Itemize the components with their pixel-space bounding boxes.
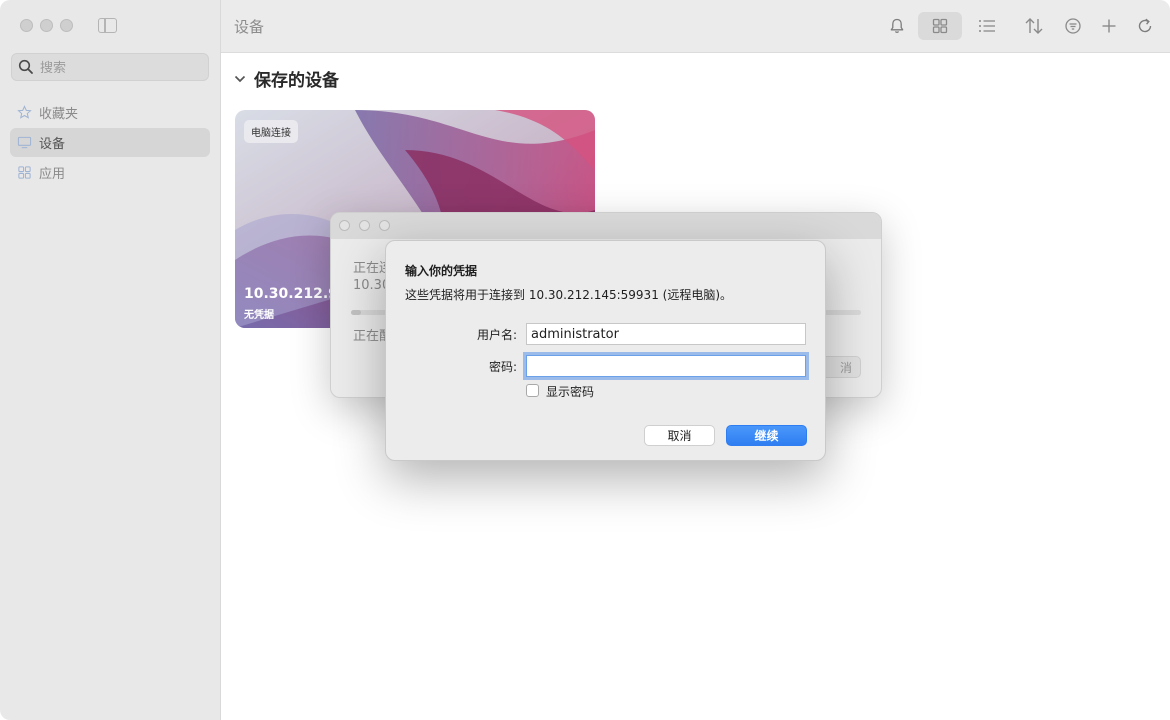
- show-password-checkbox[interactable]: [526, 384, 539, 397]
- progress-minimize-button[interactable]: [359, 220, 370, 231]
- connection-type-badge: 电脑连接: [244, 120, 298, 143]
- plus-icon: [1102, 19, 1116, 33]
- filter-icon: [1065, 18, 1081, 34]
- progress-titlebar: [331, 213, 881, 239]
- grid-view-button[interactable]: [918, 12, 962, 40]
- sidebar-item-label: 收藏夹: [39, 107, 79, 122]
- close-window-button[interactable]: [20, 19, 33, 32]
- notifications-button[interactable]: [882, 12, 912, 40]
- list-view-button[interactable]: [972, 12, 1002, 40]
- dialog-message: 这些凭据将用于连接到 10.30.212.145:59931 (远程电脑)。: [405, 288, 733, 302]
- password-field[interactable]: [526, 355, 806, 377]
- section-title: 保存的设备: [254, 71, 339, 91]
- filter-button[interactable]: [1058, 12, 1088, 40]
- password-label: 密码:: [488, 360, 517, 374]
- progress-bar-fill: [351, 310, 362, 315]
- chevron-down-icon: [234, 75, 246, 82]
- cancel-button[interactable]: 取消: [644, 425, 715, 446]
- list-view-icon: [979, 20, 995, 32]
- add-device-button[interactable]: [1094, 12, 1124, 40]
- progress-zoom-button[interactable]: [379, 220, 390, 231]
- sidebar: 收藏夹 设备 应用: [0, 0, 221, 720]
- page-title: 设备: [234, 18, 265, 36]
- sidebar-item-favorites[interactable]: 收藏夹: [10, 98, 210, 127]
- username-label: 用户名:: [476, 328, 517, 342]
- sidebar-item-label: 应用: [39, 167, 66, 182]
- refresh-icon: [1138, 18, 1152, 33]
- apps-grid-icon: [18, 166, 31, 179]
- sidebar-item-apps[interactable]: 应用: [10, 158, 210, 187]
- show-password-label[interactable]: 显示密码: [546, 383, 594, 400]
- toolbar: 设备: [221, 0, 1170, 53]
- saved-devices-header[interactable]: 保存的设备: [234, 66, 339, 91]
- bell-icon: [890, 18, 904, 33]
- sort-button[interactable]: [1019, 12, 1049, 40]
- credentials-dialog: 输入你的凭据 这些凭据将用于连接到 10.30.212.145:59931 (远…: [385, 240, 826, 461]
- refresh-button[interactable]: [1130, 12, 1160, 40]
- continue-button[interactable]: 继续: [726, 425, 807, 446]
- search-field[interactable]: [11, 53, 209, 82]
- sidebar-toggle-icon[interactable]: [98, 18, 117, 33]
- progress-close-button[interactable]: [339, 220, 350, 231]
- app-window: 收藏夹 设备 应用 设备: [0, 0, 1170, 720]
- star-icon: [17, 105, 32, 119]
- search-input[interactable]: [38, 54, 202, 82]
- sidebar-item-devices[interactable]: 设备: [10, 128, 210, 157]
- sort-icon: [1025, 18, 1043, 34]
- zoom-window-button[interactable]: [60, 19, 73, 32]
- minimize-window-button[interactable]: [40, 19, 53, 32]
- sidebar-item-label: 设备: [39, 137, 66, 152]
- dialog-title: 输入你的凭据: [405, 264, 478, 278]
- device-credentials-status: 无凭据: [244, 310, 274, 321]
- search-icon: [18, 59, 33, 74]
- monitor-icon: [17, 136, 32, 149]
- username-field[interactable]: [526, 323, 806, 345]
- grid-view-icon: [932, 18, 948, 34]
